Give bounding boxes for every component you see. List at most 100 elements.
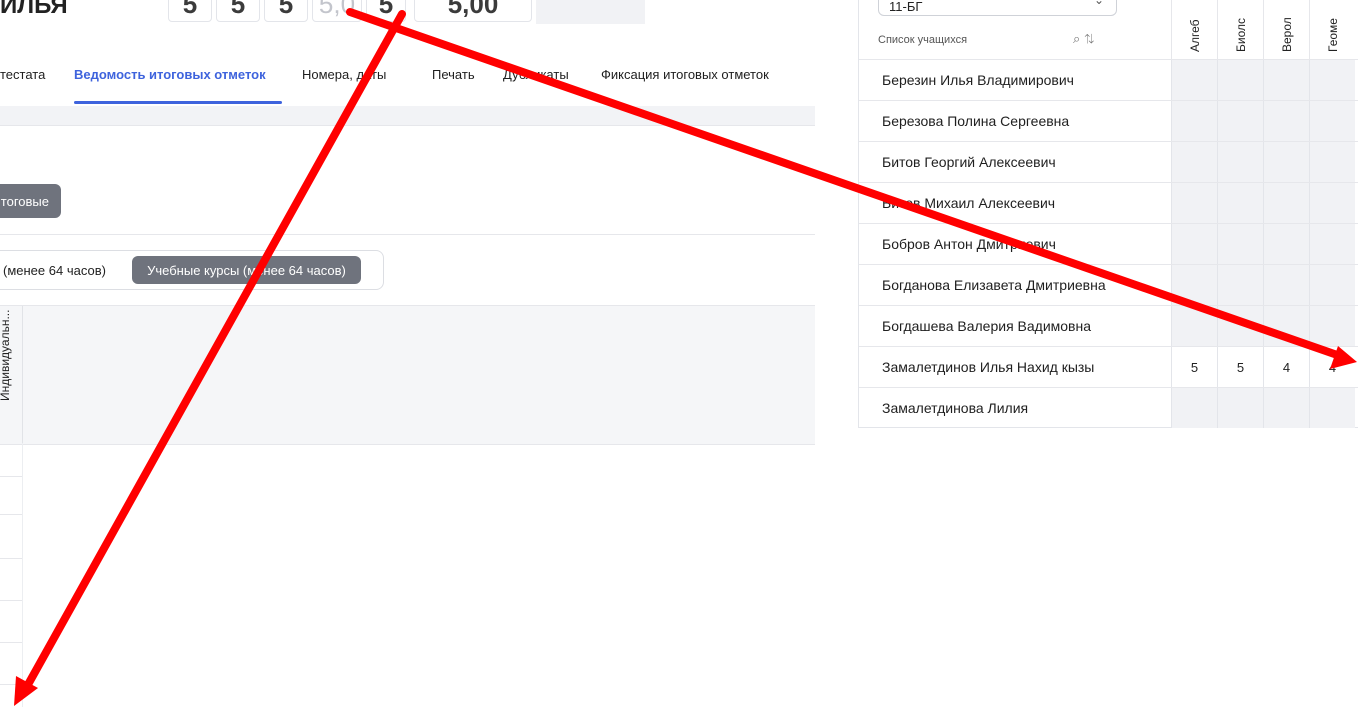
- grade-cell[interactable]: [1309, 142, 1355, 182]
- subject-header[interactable]: Геоме: [1309, 0, 1356, 59]
- grade-cell[interactable]: [1171, 306, 1217, 346]
- average-score-box: 5,00: [414, 0, 532, 22]
- student-row[interactable]: Битов Михаил Алексеевич: [859, 182, 1358, 223]
- student-row[interactable]: Березин Илья Владимирович: [859, 59, 1358, 100]
- grade-box[interactable]: 5: [168, 0, 212, 22]
- student-row[interactable]: Замалетдинов Илья Нахид кызы 5 5 4 4: [859, 346, 1358, 387]
- table-row: [0, 514, 22, 515]
- subject-header[interactable]: Верол: [1263, 0, 1310, 59]
- subject-header-label: Верол: [1280, 17, 1294, 52]
- student-row[interactable]: Богданова Елизавета Дмитриевна: [859, 264, 1358, 305]
- grade-cell[interactable]: [1217, 306, 1263, 346]
- subject-header-label: Геоме: [1326, 18, 1340, 52]
- chevron-down-icon: ⌄: [1093, 0, 1104, 7]
- table-row: [0, 684, 22, 685]
- grades-table-header: Индивидуальн...: [0, 305, 815, 445]
- grade-cell[interactable]: [1217, 60, 1263, 100]
- grade-box[interactable]: 5: [216, 0, 260, 22]
- student-name[interactable]: Богданова Елизавета Дмитриевна: [882, 277, 1106, 293]
- tab-fix-final-grades[interactable]: Фиксация итоговых отметок: [601, 67, 769, 82]
- students-grades-panel: 11-БГ ⌄ Список учащихся ⌕⇅ Алгеб Биолс В…: [858, 0, 1358, 428]
- student-row[interactable]: Богдашева Валерия Вадимовна: [859, 305, 1358, 346]
- toolbar-band: [0, 106, 815, 126]
- grade-cell[interactable]: [1309, 224, 1355, 264]
- grade-cell[interactable]: [1171, 60, 1217, 100]
- list-tools: ⌕⇅: [1073, 31, 1099, 47]
- student-name-tail: ИЛЬЯ: [0, 0, 68, 19]
- grade-cell[interactable]: [1309, 306, 1355, 346]
- grade-cell[interactable]: [1171, 265, 1217, 305]
- grade-cell[interactable]: [1171, 388, 1217, 428]
- grade-cell[interactable]: 4: [1263, 347, 1309, 387]
- student-name[interactable]: Богдашева Валерия Вадимовна: [882, 318, 1091, 334]
- tab-duplicates[interactable]: Дубликаты: [503, 67, 569, 82]
- student-name[interactable]: Замалетдинов Илья Нахид кызы: [882, 359, 1094, 375]
- final-grades-panel: ИЛЬЯ 5 5 5 5,0 5 5,00 тестата Ведомость …: [0, 0, 815, 707]
- class-select-value: 11-БГ: [889, 0, 923, 14]
- subject-header-label: Алгеб: [1188, 19, 1202, 52]
- grade-cell[interactable]: [1217, 265, 1263, 305]
- tab-print[interactable]: Печать: [432, 67, 475, 82]
- student-list-title: Список учащихся: [878, 34, 968, 46]
- column-divider: [22, 306, 23, 444]
- student-row[interactable]: Бобров Антон Дмитриевич: [859, 223, 1358, 264]
- subject-header[interactable]: Алгеб: [1171, 0, 1218, 59]
- course-option-subjects[interactable]: (менее 64 часов): [3, 263, 106, 278]
- grade-cell[interactable]: [1171, 224, 1217, 264]
- student-name[interactable]: Березин Илья Владимирович: [882, 72, 1074, 88]
- grade-box-average: 5,0: [312, 0, 362, 22]
- final-grades-chip[interactable]: итоговые: [0, 184, 61, 218]
- grade-cell[interactable]: [1217, 224, 1263, 264]
- course-option-courses[interactable]: Учебные курсы (менее 64 часов): [132, 256, 361, 284]
- grade-cell[interactable]: [1263, 388, 1309, 428]
- grade-cell[interactable]: [1263, 224, 1309, 264]
- grade-cell[interactable]: [1263, 306, 1309, 346]
- tab-bar: тестата Ведомость итоговых отметок Номер…: [0, 60, 815, 108]
- grade-cell[interactable]: [1217, 183, 1263, 223]
- grade-cell[interactable]: [1263, 183, 1309, 223]
- grade-cell[interactable]: [1263, 265, 1309, 305]
- grade-cell[interactable]: 5: [1217, 347, 1263, 387]
- subject-header[interactable]: Биолс: [1217, 0, 1264, 59]
- student-name[interactable]: Бобров Антон Дмитриевич: [882, 236, 1056, 252]
- grade-cell[interactable]: [1309, 60, 1355, 100]
- student-name[interactable]: Березова Полина Сергеевна: [882, 113, 1069, 129]
- active-tab-indicator: [74, 101, 282, 104]
- search-icon[interactable]: ⌕: [1073, 31, 1084, 46]
- grade-cell[interactable]: [1217, 101, 1263, 141]
- student-row[interactable]: Березова Полина Сергеевна: [859, 100, 1358, 141]
- tab-numbers-dates[interactable]: Номера, даты: [302, 67, 386, 82]
- grade-cell[interactable]: 5: [1171, 347, 1217, 387]
- grade-cell[interactable]: [1309, 265, 1355, 305]
- table-row: [0, 642, 22, 643]
- grade-cell[interactable]: [1171, 101, 1217, 141]
- student-name[interactable]: Битов Георгий Алексеевич: [882, 154, 1056, 170]
- student-name[interactable]: Битов Михаил Алексеевич: [882, 195, 1055, 211]
- grade-cell[interactable]: [1171, 183, 1217, 223]
- student-name[interactable]: Замалетдинова Лилия: [882, 400, 1028, 416]
- grade-cell[interactable]: 4: [1309, 347, 1355, 387]
- course-type-switch: (менее 64 часов) Учебные курсы (менее 64…: [0, 250, 384, 290]
- student-summary-strip: ИЛЬЯ 5 5 5 5,0 5 5,00: [0, 0, 645, 24]
- divider: [0, 234, 815, 235]
- tab-attestat[interactable]: тестата: [0, 67, 45, 82]
- student-row[interactable]: Битов Георгий Алексеевич: [859, 141, 1358, 182]
- grade-cell[interactable]: [1309, 388, 1355, 428]
- grade-box[interactable]: 5: [264, 0, 308, 22]
- grade-cell[interactable]: [1309, 183, 1355, 223]
- student-row[interactable]: Замалетдинова Лилия: [859, 387, 1358, 428]
- tab-final-grades-sheet[interactable]: Ведомость итоговых отметок: [74, 67, 266, 82]
- column-divider: [22, 443, 23, 707]
- grade-cell[interactable]: [1263, 101, 1309, 141]
- grade-cell[interactable]: [1263, 60, 1309, 100]
- grade-cell[interactable]: [1217, 142, 1263, 182]
- grade-cell[interactable]: [1217, 388, 1263, 428]
- grade-cell[interactable]: [1263, 142, 1309, 182]
- class-select[interactable]: 11-БГ ⌄: [878, 0, 1117, 16]
- grade-cell[interactable]: [1309, 101, 1355, 141]
- sort-icon[interactable]: ⇅: [1084, 31, 1098, 46]
- column-header-individual[interactable]: Индивидуальн...: [0, 310, 12, 401]
- table-row: [0, 476, 22, 477]
- grade-box-final[interactable]: 5: [366, 0, 406, 22]
- grade-cell[interactable]: [1171, 142, 1217, 182]
